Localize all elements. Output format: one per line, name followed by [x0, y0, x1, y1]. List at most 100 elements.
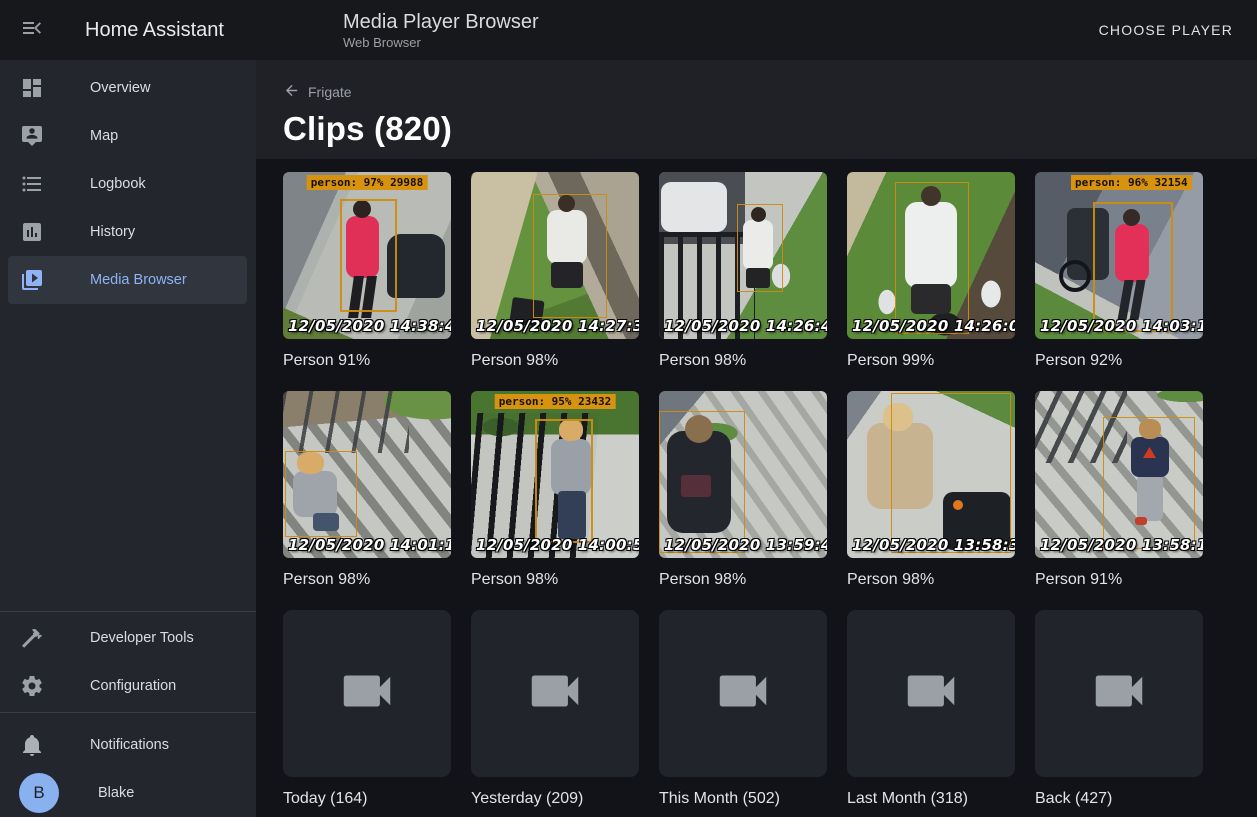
page-title: Clips (820)	[283, 110, 1257, 148]
clip-thumbnail[interactable]: 12/05/2020 14:01:14	[283, 391, 451, 558]
clip-tile[interactable]: 12/05/2020 14:26:07 Person 99%	[847, 172, 1015, 370]
folder-tile[interactable]: Back (427)	[1035, 610, 1203, 808]
detection-bbox	[1103, 417, 1195, 549]
sidebar-item-label: Media Browser	[90, 272, 187, 288]
detection-chip: person: 95% 23432	[495, 394, 616, 409]
clip-tile[interactable]: person: 97% 29988 12/05/2020 14:38:47 Pe…	[283, 172, 451, 370]
folder-tile[interactable]: Last Month (318)	[847, 610, 1015, 808]
clip-grid: person: 97% 29988 12/05/2020 14:38:47 Pe…	[283, 172, 1228, 817]
detection-bbox	[340, 199, 397, 312]
choose-player-button[interactable]: CHOOSE PLAYER	[1091, 14, 1241, 46]
chart-box-icon	[20, 220, 44, 244]
clip-caption: Person 98%	[471, 351, 639, 370]
clip-tile[interactable]: 12/05/2020 13:59:49 Person 98%	[659, 391, 827, 589]
folder-thumbnail[interactable]	[1035, 610, 1203, 777]
timestamp-overlay: 12/05/2020 14:00:52	[476, 536, 639, 554]
clip-caption: Person 98%	[847, 570, 1015, 589]
breadcrumb[interactable]: Frigate	[283, 82, 352, 102]
folder-tile[interactable]: This Month (502)	[659, 610, 827, 808]
timestamp-overlay: 12/05/2020 14:03:17	[1040, 317, 1203, 335]
folder-thumbnail[interactable]	[283, 610, 451, 777]
clip-caption: Person 92%	[1035, 351, 1203, 370]
sidebar-item-media-browser[interactable]: Media Browser	[8, 256, 247, 304]
sidebar-item-user-profile[interactable]: B Blake	[8, 769, 247, 817]
clip-thumbnail[interactable]: 12/05/2020 14:26:46	[659, 172, 827, 339]
detection-chip: person: 96% 32154	[1071, 175, 1192, 190]
video-camera-icon	[1088, 660, 1150, 727]
clip-tile[interactable]: person: 96% 32154 12/05/2020 14:03:17 Pe…	[1035, 172, 1203, 370]
sidebar-item-developer-tools[interactable]: Developer Tools	[8, 614, 247, 662]
clip-thumbnail[interactable]: person: 97% 29988 12/05/2020 14:38:47	[283, 172, 451, 339]
sidebar-bottom: Notifications B Blake	[0, 713, 256, 817]
sidebar-nav: Overview Map Logbook History	[0, 60, 256, 304]
sidebar-item-history[interactable]: History	[8, 208, 247, 256]
sidebar-item-map[interactable]: Map	[8, 112, 247, 160]
folder-tile[interactable]: Today (164)	[283, 610, 451, 808]
folder-caption: Yesterday (209)	[471, 789, 639, 808]
sidebar-item-label: Overview	[90, 80, 150, 96]
arrow-left-icon	[283, 82, 300, 102]
folder-caption: This Month (502)	[659, 789, 827, 808]
clip-thumbnail[interactable]: 12/05/2020 13:58:17	[1035, 391, 1203, 558]
clip-thumbnail[interactable]: person: 95% 23432 12/05/2020 14:00:52	[471, 391, 639, 558]
content-header: Frigate Clips (820)	[256, 60, 1257, 159]
clip-caption: Person 98%	[659, 351, 827, 370]
clip-thumbnail[interactable]: 12/05/2020 14:26:07	[847, 172, 1015, 339]
clip-tile[interactable]: person: 95% 23432 12/05/2020 14:00:52 Pe…	[471, 391, 639, 589]
app-title: Home Assistant	[85, 19, 224, 42]
sidebar-item-overview[interactable]: Overview	[8, 64, 247, 112]
sidebar-item-label: Developer Tools	[90, 630, 194, 646]
page-header-title: Media Player Browser	[343, 10, 539, 34]
clip-thumbnail[interactable]: 12/05/2020 13:58:30	[847, 391, 1015, 558]
sidebar-item-configuration[interactable]: Configuration	[8, 662, 247, 710]
sidebar-item-label: Map	[90, 128, 118, 144]
clip-thumbnail[interactable]: 12/05/2020 13:59:49	[659, 391, 827, 558]
clip-caption: Person 91%	[283, 351, 451, 370]
sidebar-item-label: Notifications	[90, 737, 169, 753]
detection-bbox	[659, 411, 745, 553]
clip-thumbnail[interactable]: person: 96% 32154 12/05/2020 14:03:17	[1035, 172, 1203, 339]
user-name-label: Blake	[98, 785, 134, 801]
clip-tile[interactable]: 12/05/2020 13:58:30 Person 98%	[847, 391, 1015, 589]
clip-tile[interactable]: 12/05/2020 14:01:14 Person 98%	[283, 391, 451, 589]
folder-thumbnail[interactable]	[471, 610, 639, 777]
timestamp-overlay: 12/05/2020 14:38:47	[288, 317, 451, 335]
sidebar-item-logbook[interactable]: Logbook	[8, 160, 247, 208]
scene-art-layer	[661, 182, 727, 232]
folder-caption: Last Month (318)	[847, 789, 1015, 808]
timestamp-overlay: 12/05/2020 13:59:49	[664, 536, 827, 554]
clip-thumbnail[interactable]: 12/05/2020 14:27:35	[471, 172, 639, 339]
sidebar-toggle-button[interactable]	[8, 6, 56, 54]
detection-chip: person: 97% 29988	[307, 175, 428, 190]
clip-tile[interactable]: 12/05/2020 14:26:46 Person 98%	[659, 172, 827, 370]
folder-thumbnail[interactable]	[659, 610, 827, 777]
clip-tile[interactable]: 12/05/2020 13:58:17 Person 91%	[1035, 391, 1203, 589]
backburger-menu-icon	[20, 16, 44, 45]
sidebar-item-label: Configuration	[90, 678, 176, 694]
media-browser-header: Media Player Browser Web Browser	[343, 10, 539, 50]
detection-bbox	[285, 451, 357, 537]
timestamp-overlay: 12/05/2020 13:58:30	[852, 536, 1015, 554]
page-header-subtitle: Web Browser	[343, 35, 539, 50]
bell-icon	[20, 733, 44, 757]
sidebar-spacer	[0, 304, 256, 611]
detection-bbox	[1093, 202, 1173, 332]
clip-caption: Person 98%	[283, 570, 451, 589]
folder-caption: Back (427)	[1035, 789, 1203, 808]
timestamp-overlay: 12/05/2020 13:58:17	[1040, 536, 1203, 554]
video-camera-icon	[712, 660, 774, 727]
folder-tile[interactable]: Yesterday (209)	[471, 610, 639, 808]
sidebar: Overview Map Logbook History	[0, 60, 256, 817]
app-header: Home Assistant Media Player Browser Web …	[0, 0, 1257, 60]
folder-thumbnail[interactable]	[847, 610, 1015, 777]
home-assistant-app: Home Assistant Media Player Browser Web …	[0, 0, 1257, 817]
video-camera-icon	[900, 660, 962, 727]
clip-tile[interactable]: 12/05/2020 14:27:35 Person 98%	[471, 172, 639, 370]
video-camera-icon	[336, 660, 398, 727]
sidebar-item-notifications[interactable]: Notifications	[8, 721, 247, 769]
sidebar-item-label: History	[90, 224, 135, 240]
folder-caption: Today (164)	[283, 789, 451, 808]
media-grid-area: person: 97% 29988 12/05/2020 14:38:47 Pe…	[256, 159, 1257, 817]
detection-bbox	[891, 393, 1011, 553]
detection-bbox	[737, 204, 783, 292]
